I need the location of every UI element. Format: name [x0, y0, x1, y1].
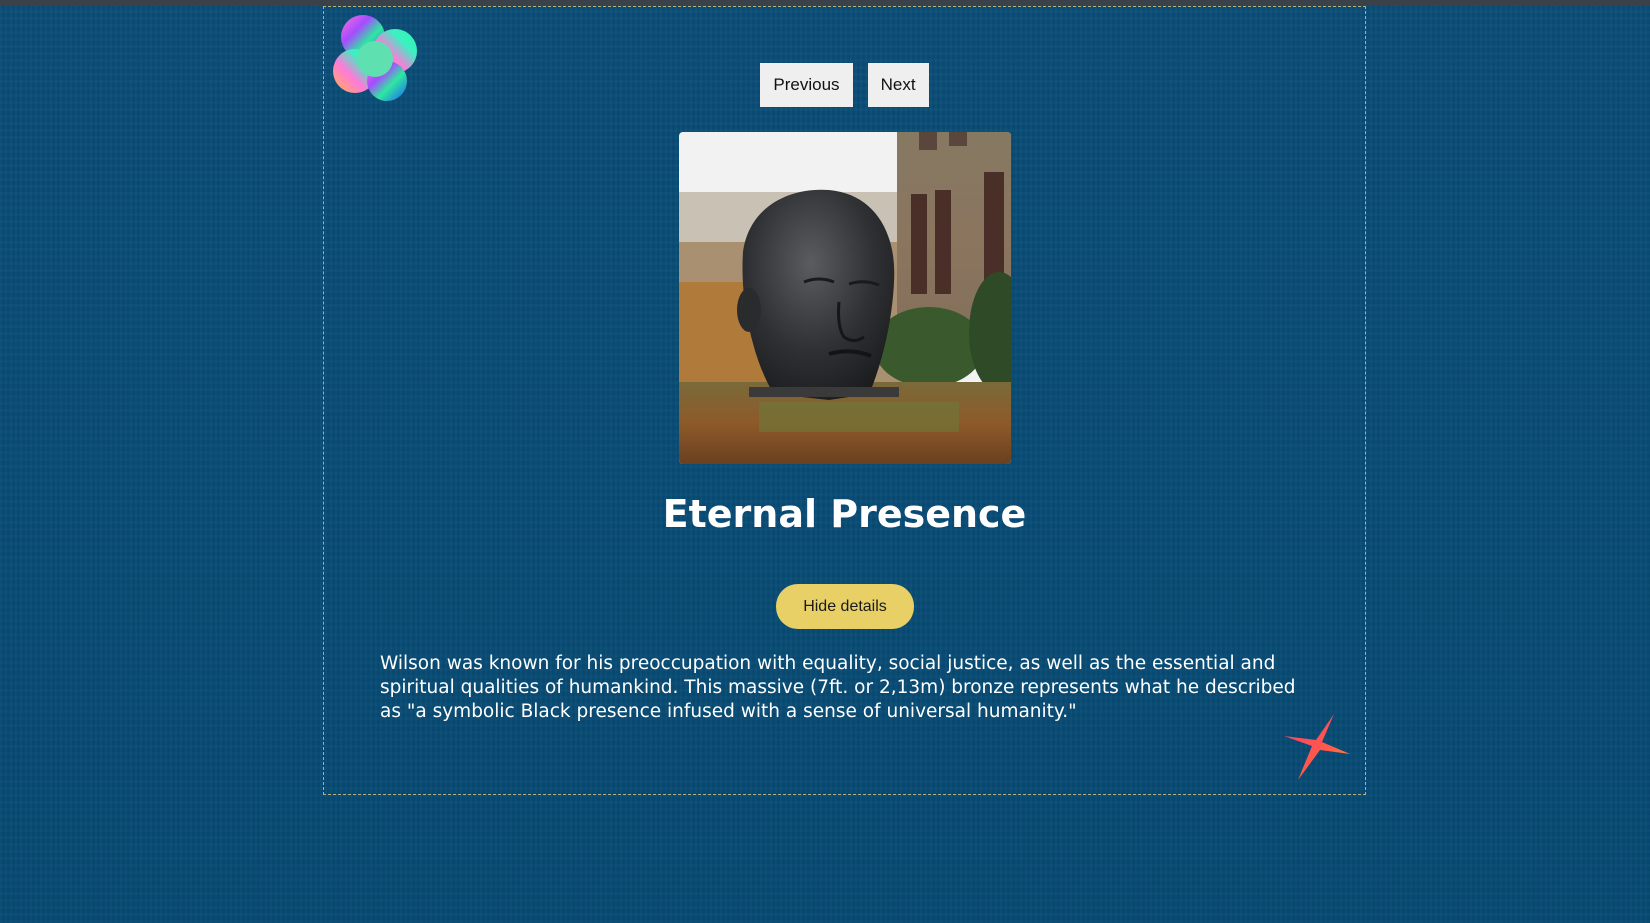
hide-details-button[interactable]: Hide details: [776, 584, 914, 629]
artwork-title: Eternal Presence: [662, 492, 1027, 536]
artwork-image: [679, 132, 1011, 464]
artwork-photo-illustration: [679, 132, 1011, 464]
artwork-description: Wilson was known for his preoccupation w…: [380, 653, 1296, 722]
navigation: Previous Next: [324, 63, 1365, 107]
gallery-card: Previous Next Eternal Presence Hide deta…: [323, 6, 1366, 795]
four-point-star-icon: [1284, 714, 1350, 780]
previous-button[interactable]: Previous: [760, 63, 853, 107]
next-button[interactable]: Next: [867, 63, 929, 107]
